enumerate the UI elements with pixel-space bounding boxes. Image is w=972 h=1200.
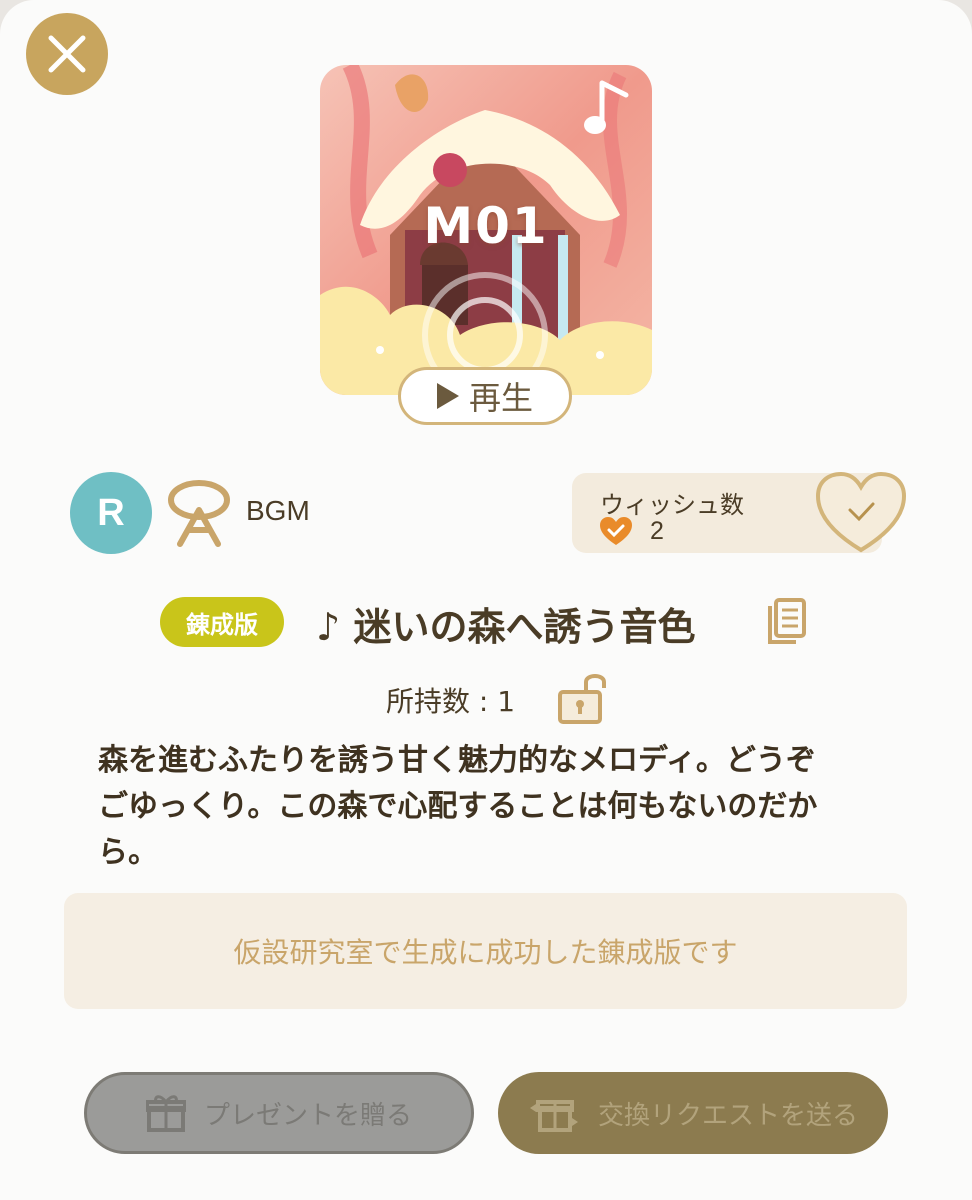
rarity-badge: R [70, 472, 152, 554]
unlock-icon[interactable] [556, 670, 612, 726]
wish-heart-button[interactable] [814, 470, 908, 556]
close-button[interactable] [26, 13, 108, 95]
item-code: M01 [423, 197, 549, 255]
owned-count: 所持数 : 1 [386, 685, 516, 718]
gift-icon [145, 1095, 186, 1132]
item-title: ♪ 迷いの森へ誘う音色 [316, 605, 696, 649]
send-present-label: プレゼントを贈る [203, 1100, 412, 1131]
heart-check-icon [600, 517, 632, 545]
trade-gift-icon [529, 1100, 578, 1132]
close-icon [48, 35, 86, 73]
category-label: BGM [246, 495, 310, 526]
play-button[interactable]: 再生 [398, 367, 572, 425]
trade-request-label: 交換リクエストを送る [597, 1100, 858, 1131]
item-detail-sheet: M01 再生 R BGM ウィッシュ数 2 錬成版 ♪ 迷いの森へ誘う音色 所持… [0, 0, 972, 1200]
wish-count: 2 [650, 517, 664, 545]
info-box: 仮設研究室で生成に成功した錬成版です [64, 893, 907, 1009]
refined-edition-badge: 錬成版 [160, 597, 284, 647]
send-present-button[interactable]: プレゼントを贈る [84, 1072, 474, 1154]
item-description: 森を進むふたりを誘う甘く魅力的なメロディ。どうぞごゆっくり。この森で心配すること… [98, 743, 818, 870]
copy-icon[interactable] [768, 598, 806, 644]
info-message: 仮設研究室で生成に成功した錬成版です [233, 936, 738, 969]
play-icon [436, 383, 459, 409]
play-label: 再生 [468, 379, 533, 417]
stage-category-icon [168, 480, 230, 547]
trade-request-button[interactable]: 交換リクエストを送る [498, 1072, 888, 1154]
item-artwork: M01 [320, 65, 652, 395]
wish-label: ウィッシュ数 [600, 491, 744, 519]
